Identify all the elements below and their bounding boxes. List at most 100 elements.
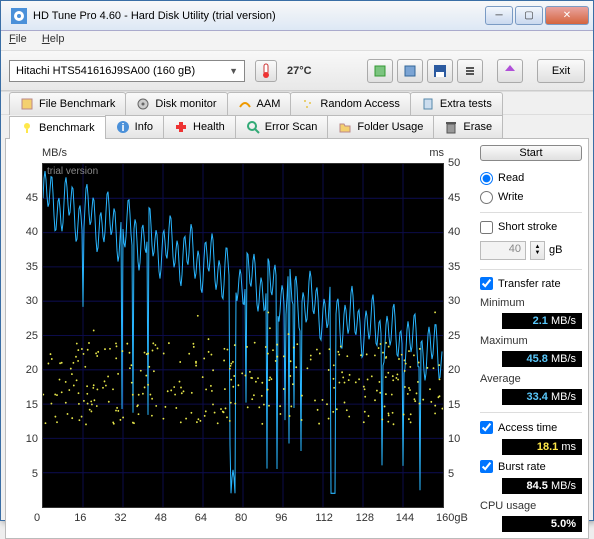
spinner-buttons[interactable]: ▲▼ xyxy=(530,241,545,260)
tab-extra-tests[interactable]: Extra tests xyxy=(410,92,503,115)
y-right-tick: 20 xyxy=(448,364,460,376)
maximum-label: Maximum xyxy=(480,335,582,347)
temperature-value: 27°C xyxy=(287,65,312,77)
x-tick: 160gB xyxy=(436,512,468,524)
menubar: File Help xyxy=(1,31,593,51)
options-button[interactable] xyxy=(457,59,483,83)
app-icon xyxy=(11,8,27,24)
benchmark-chart: trial version xyxy=(42,163,444,508)
tab-error-scan[interactable]: Error Scan xyxy=(235,115,329,138)
maximize-button[interactable]: ▢ xyxy=(515,6,543,25)
transfer-rate-checkbox[interactable]: Transfer rate xyxy=(480,276,582,291)
tab-health[interactable]: Health xyxy=(163,115,236,138)
disk-monitor-icon xyxy=(136,97,150,111)
extra-tests-icon xyxy=(421,97,435,111)
y-right-tick: 30 xyxy=(448,295,460,307)
x-tick: 96 xyxy=(275,512,287,524)
aam-icon xyxy=(238,97,252,111)
y-right-unit: ms xyxy=(429,147,444,159)
drive-name: Hitachi HTS541616J9SA00 (160 gB) xyxy=(16,65,195,77)
health-icon xyxy=(174,120,188,134)
copy-image-button[interactable] xyxy=(397,59,423,83)
x-tick: 48 xyxy=(155,512,167,524)
x-tick: 32 xyxy=(114,512,126,524)
y-right-tick: 5 xyxy=(448,468,454,480)
y-left-tick: 40 xyxy=(26,226,38,238)
tab-file-benchmark[interactable]: File Benchmark xyxy=(9,92,126,115)
y-right-tick: 15 xyxy=(448,399,460,411)
short-stroke-value: 40 ▲▼ gB xyxy=(480,241,582,260)
thermometer-icon xyxy=(255,60,277,82)
benchmark-icon xyxy=(20,121,34,135)
svg-text:i: i xyxy=(121,122,124,134)
y-left-tick: 20 xyxy=(26,364,38,376)
x-tick: 80 xyxy=(235,512,247,524)
y-left-unit: MB/s xyxy=(42,147,67,159)
access-time-value: 18.1 ms xyxy=(502,439,582,455)
window-title: HD Tune Pro 4.60 - Hard Disk Utility (tr… xyxy=(33,10,485,22)
copy-text-button[interactable] xyxy=(367,59,393,83)
titlebar[interactable]: HD Tune Pro 4.60 - Hard Disk Utility (tr… xyxy=(1,1,593,31)
y-right-tick: 50 xyxy=(448,157,460,169)
erase-icon xyxy=(444,120,458,134)
folder-usage-icon xyxy=(338,120,352,134)
burst-rate-checkbox[interactable]: Burst rate xyxy=(480,459,582,474)
toolbar: Hitachi HTS541616J9SA00 (160 gB) ▼ 27°C … xyxy=(1,51,593,91)
minimum-value: 2.1 MB/s xyxy=(502,313,582,329)
tab-folder-usage[interactable]: Folder Usage xyxy=(327,115,434,138)
tab-benchmark[interactable]: Benchmark xyxy=(9,116,106,139)
close-button[interactable]: ✕ xyxy=(545,6,589,25)
write-radio[interactable]: Write xyxy=(480,190,582,205)
side-panel: Start Read Write Short stroke 40 ▲▼ gB T… xyxy=(480,145,582,532)
exit-button[interactable]: Exit xyxy=(537,59,585,83)
average-label: Average xyxy=(480,373,582,385)
y-left-tick: 35 xyxy=(26,261,38,273)
cpu-usage-value: 5.0% xyxy=(502,516,582,532)
x-tick: 16 xyxy=(74,512,86,524)
y-left-tick: 30 xyxy=(26,295,38,307)
y-right-tick: 25 xyxy=(448,330,460,342)
y-left-tick: 15 xyxy=(26,399,38,411)
y-left-tick: 10 xyxy=(26,433,38,445)
x-tick: 64 xyxy=(195,512,207,524)
average-value: 33.4 MB/s xyxy=(502,389,582,405)
maximum-value: 45.8 MB/s xyxy=(502,351,582,367)
content-area: MB/s ms trial version 5 10 15 20 25 30 35 40 45 5… xyxy=(5,138,589,539)
y-left-tick: 25 xyxy=(26,330,38,342)
tab-info[interactable]: iInfo xyxy=(105,115,164,138)
start-button[interactable]: Start xyxy=(480,145,582,161)
y-right-tick: 35 xyxy=(448,261,460,273)
x-tick: 0 xyxy=(34,512,40,524)
minimum-label: Minimum xyxy=(480,297,582,309)
chart-area: MB/s ms trial version 5 10 15 20 25 30 35 40 45 5… xyxy=(12,145,472,532)
short-stroke-input[interactable]: 40 xyxy=(480,241,526,260)
read-radio[interactable]: Read xyxy=(480,171,582,186)
minimize-button[interactable]: ─ xyxy=(485,6,513,25)
x-tick: 112 xyxy=(315,512,333,524)
tab-aam[interactable]: AAM xyxy=(227,92,292,115)
watermark: trial version xyxy=(47,166,98,177)
upper-tab-row: File BenchmarkDisk monitorAAMRandom Acce… xyxy=(1,91,593,115)
y-right-tick: 40 xyxy=(448,226,460,238)
x-tick: 128 xyxy=(356,512,374,524)
burst-rate-value: 84.5 MB/s xyxy=(502,478,582,494)
main-tab-row: BenchmarkiInfoHealthError ScanFolder Usa… xyxy=(1,114,593,138)
y-left-tick: 5 xyxy=(32,468,38,480)
save-button[interactable] xyxy=(427,59,453,83)
drive-dropdown[interactable]: Hitachi HTS541616J9SA00 (160 gB) ▼ xyxy=(9,60,245,82)
app-window: HD Tune Pro 4.60 - Hard Disk Utility (tr… xyxy=(0,0,594,521)
menu-help[interactable]: Help xyxy=(42,33,65,45)
chevron-down-icon: ▼ xyxy=(229,66,238,76)
menu-file[interactable]: File xyxy=(9,33,27,45)
random-access-icon xyxy=(301,97,315,111)
tab-erase[interactable]: Erase xyxy=(433,115,503,138)
info-icon: i xyxy=(116,120,130,134)
short-stroke-checkbox[interactable]: Short stroke xyxy=(480,220,582,235)
access-time-checkbox[interactable]: Access time xyxy=(480,420,582,435)
tab-disk-monitor[interactable]: Disk monitor xyxy=(125,92,227,115)
error-scan-icon xyxy=(246,120,260,134)
x-tick: 144 xyxy=(396,512,414,524)
refresh-button[interactable] xyxy=(497,59,523,83)
y-right-tick: 45 xyxy=(448,192,460,204)
tab-random-access[interactable]: Random Access xyxy=(290,92,410,115)
